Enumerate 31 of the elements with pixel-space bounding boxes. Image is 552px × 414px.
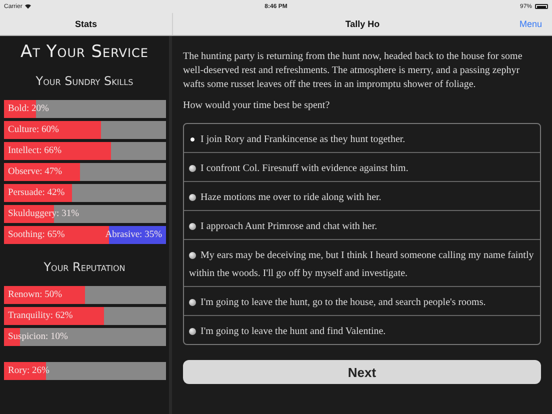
radio-button[interactable] xyxy=(189,252,196,258)
radio-button[interactable] xyxy=(189,194,196,200)
stat-label: Observe: 47% xyxy=(7,167,64,177)
choice-option[interactable]: Haze motions me over to ride along with her. xyxy=(184,181,540,210)
section-heading: Your Sundry Skills xyxy=(34,74,134,88)
radio-button[interactable] xyxy=(189,298,196,306)
choice-option[interactable]: I'm going to leave the hunt and find Valentine. xyxy=(184,315,540,344)
choice-option[interactable]: I'm going to leave the hunt, go to the house, and search people's rooms. xyxy=(184,286,540,315)
choice-option[interactable]: I confront Col. Firesnuff with evidence against him. xyxy=(184,152,540,181)
radio-button[interactable] xyxy=(189,136,196,142)
stat-label: Intellect: 66% xyxy=(7,146,63,156)
question-text: How would your time best be spent? xyxy=(183,99,331,113)
panel-title: Stats xyxy=(74,19,97,29)
stat-label: Tranquility: 62% xyxy=(7,311,74,321)
sidebar-title: At Your Service xyxy=(20,42,150,62)
radio-button[interactable] xyxy=(189,164,196,172)
next-button[interactable]: Next xyxy=(183,360,541,384)
choice-option[interactable]: I approach Aunt Primrose and chat with her. xyxy=(184,210,540,239)
screen-title: Tally Ho xyxy=(345,19,380,29)
choice-option[interactable]: I join Rory and Frankincense as they hunt together. xyxy=(184,124,540,152)
radio-button[interactable] xyxy=(189,328,196,334)
radio-button[interactable] xyxy=(189,222,196,230)
stat-label: Soothing: 65% xyxy=(7,230,66,240)
stat-label: Persuade: 42% xyxy=(7,188,66,198)
section-heading: Your Reputation xyxy=(42,260,126,274)
choice-option[interactable]: My ears may be deceiving me, but I think I heard someone calling my name faintly within the woods. I'll go off by myself and investigate. xyxy=(184,239,540,286)
story-text: The hunting party is returning from the hunt now, headed back to the house for some well-deserved rest and refreshments. The atmosphere is merry, and a passing zephyr wafts some russet leaves off the trees in an impromptu shower of foliage. xyxy=(183,50,524,92)
stat-label: Renown: 50% xyxy=(7,290,64,300)
wifi-icon xyxy=(25,4,32,9)
battery-icon xyxy=(535,4,548,9)
stat-label: Culture: 60% xyxy=(7,125,60,135)
